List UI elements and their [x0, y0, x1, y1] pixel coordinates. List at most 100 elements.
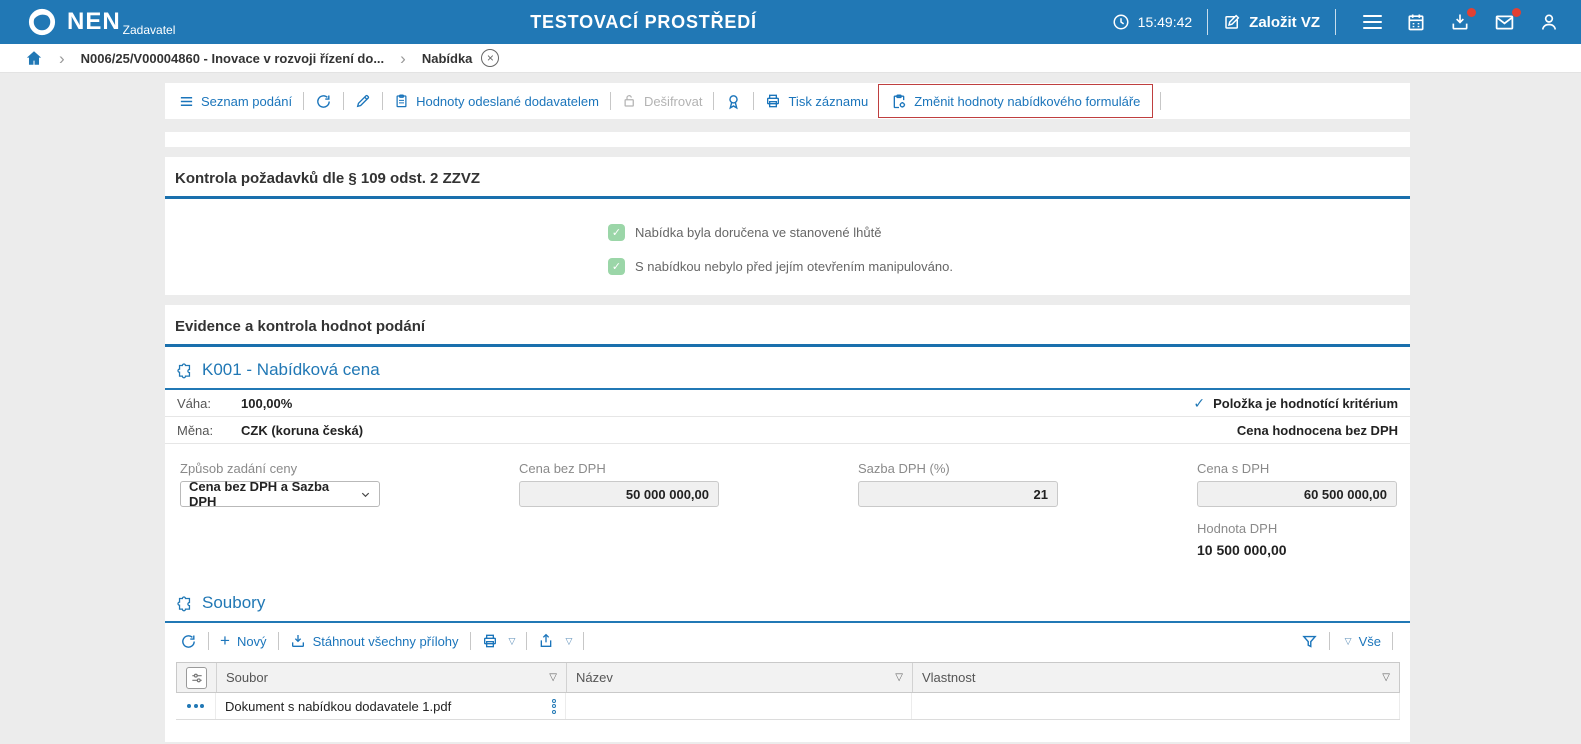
check-row-delivered: ✓ Nabídka byla doručena ve stanovené lhů…: [608, 224, 1400, 241]
stahnout-prilohy-button[interactable]: Stáhnout všechny přílohy: [290, 633, 459, 649]
brand-role-label: Zadavatel: [123, 23, 176, 37]
filter-triangle-icon[interactable]: ▽: [1382, 672, 1390, 683]
kriterium-flag: ✓ Položka je hodnotící kritérium: [1193, 395, 1398, 412]
soubory-table: Soubor ▽ Název ▽ Vlastnost ▽ Dokument s …: [176, 662, 1400, 720]
nen-logo[interactable]: NEN Zadavatel: [26, 6, 175, 38]
sazba-dph-input[interactable]: [858, 481, 1058, 507]
cena-bez-dph-field: Cena bez DPH: [519, 461, 719, 507]
green-checkbox-icon: ✓: [608, 258, 625, 275]
column-header-nazev[interactable]: Název ▽: [567, 663, 913, 692]
toolbar-divider: [713, 92, 714, 110]
refresh-button[interactable]: [180, 633, 197, 650]
award-ribbon-button[interactable]: [725, 93, 742, 110]
column-settings-icon[interactable]: [186, 667, 207, 689]
sazba-dph-label: Sazba DPH (%): [858, 461, 1058, 476]
cena-s-dph-label: Cena s DPH: [1197, 461, 1397, 476]
evidence-section-title: Evidence a kontrola hodnot podání: [165, 305, 1410, 347]
breadcrumb-item-case[interactable]: N006/25/V00004860 - Inovace v rozvoji ří…: [81, 51, 384, 66]
file-name[interactable]: Dokument s nabídkou dodavatele 1.pdf: [225, 699, 451, 714]
sazba-dph-field: Sazba DPH (%): [858, 461, 1058, 507]
toolbar-divider: [303, 92, 304, 110]
hodnocena-note: Cena hodnocena bez DPH: [1237, 423, 1398, 438]
hodnota-dph-label: Hodnota DPH: [1197, 521, 1397, 536]
clock-icon: [1112, 13, 1130, 31]
cena-s-dph-input[interactable]: [1197, 481, 1397, 507]
blue-check-icon: ✓: [1193, 395, 1205, 412]
row-actions-icon[interactable]: [187, 704, 204, 708]
hodnota-dph-block: Hodnota DPH 10 500 000,00: [1197, 521, 1397, 558]
table-row[interactable]: Dokument s nabídkou dodavatele 1.pdf: [176, 693, 1400, 720]
toolbar-divider: [610, 92, 611, 110]
edit-pencil-button[interactable]: [355, 93, 371, 109]
check-label: Nabídka byla doručena ve stanovené lhůtě: [635, 225, 881, 240]
table-header-row: Soubor ▽ Název ▽ Vlastnost ▽: [176, 662, 1400, 693]
toolbar-divider: [278, 632, 279, 650]
toolbar-divider: [382, 92, 383, 110]
toolbar-divider: [1160, 92, 1161, 110]
dropdown-triangle-icon: ▽: [509, 636, 516, 647]
export-icon: [538, 633, 554, 649]
breadcrumb-chevron-icon: ›: [400, 50, 406, 67]
tisk-zaznamu-button[interactable]: Tisk záznamu: [765, 93, 868, 109]
hodnota-dph-value: 10 500 000,00: [1197, 542, 1397, 558]
breadcrumb-chevron-icon: ›: [59, 50, 65, 67]
create-vz-button[interactable]: Založit VZ: [1223, 13, 1320, 31]
plus-icon: +: [220, 631, 230, 651]
chevron-down-icon: [360, 489, 371, 500]
session-clock: 15:49:42: [1112, 13, 1193, 31]
filter-funnel-icon[interactable]: [1301, 633, 1318, 650]
column-header-vlastnost[interactable]: Vlastnost ▽: [913, 663, 1399, 692]
calendar-icon[interactable]: [1406, 12, 1426, 32]
home-icon[interactable]: [25, 49, 43, 67]
printer-icon: [482, 633, 498, 649]
header-divider: [1207, 9, 1208, 35]
hodnoty-odeslane-button[interactable]: Hodnoty odeslané dodavatelem: [394, 93, 599, 109]
toolbar-divider: [1329, 632, 1330, 650]
file-nazev: [566, 693, 912, 719]
vse-filter-button[interactable]: ▽ Vše: [1341, 634, 1381, 649]
mena-label: Měna:: [177, 423, 241, 438]
soubory-toolbar: + Nový Stáhnout všechny přílohy: [165, 623, 1410, 658]
puzzle-icon: [176, 595, 193, 612]
row-menu-icon[interactable]: [552, 699, 556, 714]
green-checkbox-icon: ✓: [608, 224, 625, 241]
zpusob-zadani-field: Způsob zadání ceny Cena bez DPH a Sazba …: [180, 461, 380, 507]
refresh-button[interactable]: [315, 93, 332, 110]
header-divider: [1335, 9, 1336, 35]
toolbar-divider: [583, 632, 584, 650]
filter-triangle-icon[interactable]: ▽: [549, 672, 557, 683]
cena-s-dph-field: Cena s DPH: [1197, 461, 1397, 507]
unlock-icon: [622, 93, 637, 109]
check-row-untampered: ✓ S nabídkou nebylo před jejím otevřením…: [608, 258, 1400, 275]
breadcrumb-item-current[interactable]: Nabídka: [422, 51, 473, 66]
user-profile-icon[interactable]: [1539, 12, 1559, 32]
downloads-icon[interactable]: [1450, 12, 1470, 32]
compose-icon: [1223, 13, 1241, 31]
zmenit-hodnoty-button-highlighted[interactable]: Změnit hodnoty nabídkového formuláře: [878, 84, 1153, 118]
downloads-notification-dot: [1467, 8, 1476, 17]
filter-triangle-icon[interactable]: ▽: [895, 672, 903, 683]
export-menu-button[interactable]: ▽: [538, 633, 572, 649]
k001-subsection-title: K001 - Nabídková cena: [165, 347, 1410, 390]
puzzle-icon: [176, 362, 193, 379]
evidence-panel: Evidence a kontrola hodnot podání K001 -…: [165, 305, 1410, 742]
printer-icon: [765, 93, 781, 109]
vaha-value: 100,00%: [241, 396, 292, 411]
record-toolbar: Seznam podání Hodnoty odeslané dodavatel…: [165, 83, 1410, 119]
print-menu-button[interactable]: ▽: [482, 633, 516, 649]
brand-name: NEN: [67, 10, 121, 34]
environment-title: TESTOVACÍ PROSTŘEDÍ: [175, 12, 1111, 33]
column-header-soubor[interactable]: Soubor ▽: [217, 663, 567, 692]
mail-icon[interactable]: [1494, 12, 1515, 33]
desifrovat-button-disabled: Dešifrovat: [622, 93, 703, 109]
toolbar-divider: [526, 632, 527, 650]
seznam-podani-button[interactable]: Seznam podání: [179, 94, 292, 109]
cena-bez-dph-input[interactable]: [519, 481, 719, 507]
nen-swirl-icon: [26, 6, 58, 38]
toolbar-divider: [1392, 632, 1393, 650]
zpusob-zadani-select[interactable]: Cena bez DPH a Sazba DPH: [180, 481, 380, 507]
dropdown-triangle-icon: ▽: [565, 636, 572, 647]
close-tab-icon[interactable]: ×: [481, 49, 499, 67]
menu-icon[interactable]: [1363, 15, 1382, 30]
novy-button[interactable]: + Nový: [220, 631, 267, 651]
